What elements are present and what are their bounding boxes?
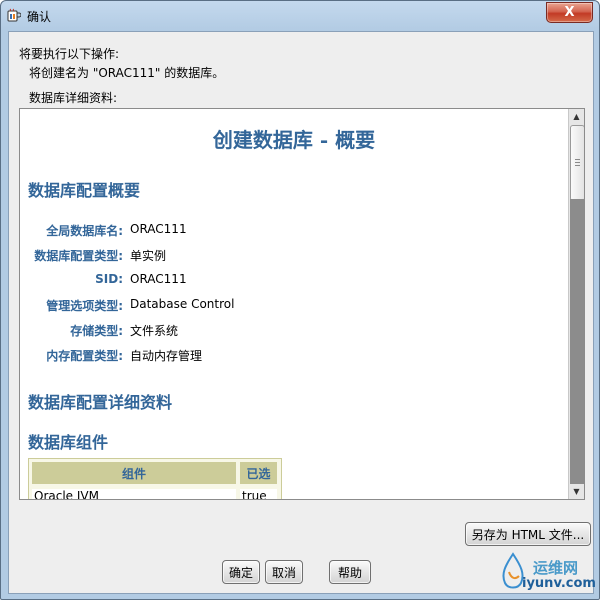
grip-line xyxy=(575,162,580,163)
grip-line xyxy=(575,159,580,160)
field-value: ORAC111 xyxy=(130,272,187,286)
watermark-name: 运维网 xyxy=(533,559,579,577)
watermark-url: iyunv.com xyxy=(522,576,596,591)
components-table: 组件 已选 Oracle JVM true xyxy=(28,458,282,499)
field-value: 自动内存管理 xyxy=(130,349,203,363)
field-label: SID: xyxy=(95,272,123,286)
up-arrow-icon: ▲ xyxy=(573,112,580,121)
scrollbar-track[interactable] xyxy=(570,199,584,484)
confirm-dialog: 确认 X 将要执行以下操作: 将创建名为 "ORAC111" 的数据库。 数据库… xyxy=(0,0,600,600)
title-bar[interactable]: 确认 X xyxy=(1,1,599,31)
message-line-1: 将要执行以下操作: xyxy=(19,47,120,61)
config-details-heading: 数据库配置详细资料 xyxy=(28,393,173,412)
help-button[interactable]: 帮助 xyxy=(329,560,371,584)
field-label: 数据库配置类型: xyxy=(34,249,123,263)
dialog-body: 将要执行以下操作: 将创建名为 "ORAC111" 的数据库。 数据库详细资料:… xyxy=(8,31,594,594)
ok-button[interactable]: 确定 xyxy=(222,560,260,584)
field-value: 单实例 xyxy=(130,249,167,263)
summary-title: 创建数据库 - 概要 xyxy=(212,128,376,152)
vertical-scrollbar[interactable]: ▲ ▼ xyxy=(568,109,584,499)
close-icon: X xyxy=(564,5,575,20)
down-arrow-icon: ▼ xyxy=(573,487,580,496)
scroll-down-button[interactable]: ▼ xyxy=(569,484,584,499)
window-title: 确认 xyxy=(27,10,52,24)
table-cell-selected: true xyxy=(240,489,277,499)
field-value: 文件系统 xyxy=(130,324,179,338)
message-line-2: 将创建名为 "ORAC111" 的数据库。 xyxy=(29,66,225,80)
field-value: ORAC111 xyxy=(130,222,187,236)
close-button[interactable]: X xyxy=(546,2,593,23)
table-header-component: 组件 xyxy=(32,462,236,484)
scroll-up-button[interactable]: ▲ xyxy=(569,109,584,124)
field-label: 存储类型: xyxy=(70,324,123,338)
cancel-button[interactable]: 取消 xyxy=(265,560,303,584)
field-value: Database Control xyxy=(130,297,235,311)
save-as-html-button[interactable]: 另存为 HTML 文件... xyxy=(465,522,591,546)
config-summary-heading: 数据库配置概要 xyxy=(28,181,141,200)
table-cell-component: Oracle JVM xyxy=(32,489,236,499)
summary-content: 创建数据库 - 概要 数据库配置概要 全局数据库名: ORAC111 数据库配置… xyxy=(20,109,568,499)
field-label: 管理选项类型: xyxy=(46,299,123,313)
details-label: 数据库详细资料: xyxy=(29,91,118,105)
components-heading: 数据库组件 xyxy=(28,433,109,452)
table-header-selected: 已选 xyxy=(240,462,277,484)
grip-line xyxy=(575,165,580,166)
field-label: 内存配置类型: xyxy=(46,349,123,363)
summary-scroll-pane[interactable]: 创建数据库 - 概要 数据库配置概要 全局数据库名: ORAC111 数据库配置… xyxy=(19,108,585,500)
java-cup-icon xyxy=(7,8,21,22)
field-label: 全局数据库名: xyxy=(46,224,123,238)
scrollbar-thumb[interactable] xyxy=(570,125,584,201)
